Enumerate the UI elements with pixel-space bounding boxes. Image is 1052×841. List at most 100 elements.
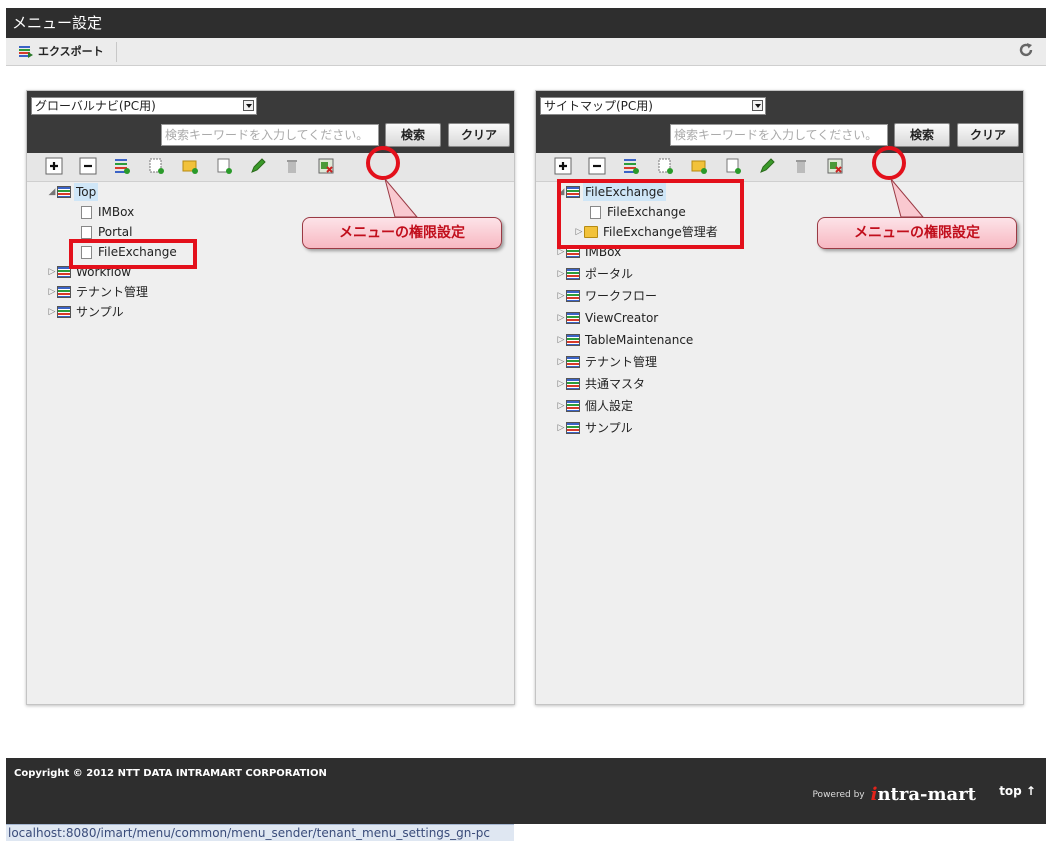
- category-icon: [57, 286, 71, 298]
- category-icon: [57, 306, 71, 318]
- right-clear-button[interactable]: クリア: [957, 123, 1019, 147]
- category-icon: [57, 186, 71, 198]
- tree-node-label: ポータル: [585, 267, 634, 281]
- tree-node-fileexchange[interactable]: FileExchange: [81, 243, 179, 261]
- left-collapse-button[interactable]: [79, 157, 97, 175]
- right-delete-button[interactable]: [792, 157, 810, 175]
- category-icon: [566, 334, 580, 346]
- left-delete-button[interactable]: [283, 157, 301, 175]
- right-search-input[interactable]: 検索キーワードを入力してください。: [670, 124, 888, 146]
- add-folder-icon: [691, 160, 707, 174]
- plus-icon: [554, 157, 572, 175]
- page-icon: [81, 205, 92, 219]
- new-item-icon: [217, 158, 232, 174]
- minus-icon: [79, 157, 97, 175]
- left-edit-button[interactable]: [249, 157, 267, 175]
- triangle-collapsed-icon: ▷: [557, 291, 565, 301]
- left-permission-button[interactable]: [317, 157, 335, 175]
- triangle-collapsed-icon: ▷: [48, 307, 56, 317]
- export-button[interactable]: エクスポート: [14, 42, 117, 62]
- export-icon: [19, 46, 33, 58]
- left-add-category-button[interactable]: [113, 157, 131, 175]
- category-icon: [566, 246, 580, 258]
- page-icon: [81, 225, 92, 239]
- left-add-folder-button[interactable]: [181, 157, 199, 175]
- tree-node-label: テナント管理: [585, 355, 658, 369]
- window-title: メニュー設定: [6, 8, 1046, 38]
- permission-icon: [827, 158, 843, 174]
- tree-node-fileexchange-root[interactable]: ◢ FileExchange: [556, 183, 666, 201]
- right-permission-button[interactable]: [826, 157, 844, 175]
- tree-node-workflow[interactable]: ▷ Workflow: [47, 263, 133, 281]
- main-toolbar: エクスポート: [6, 38, 1046, 66]
- right-menu-group-select[interactable]: サイトマップ(PC用): [540, 97, 766, 115]
- right-search-button[interactable]: 検索: [894, 123, 950, 147]
- triangle-collapsed-icon: ▷: [557, 423, 565, 433]
- tree-node-sample[interactable]: ▷ サンプル: [556, 419, 635, 437]
- new-item-icon: [726, 158, 741, 174]
- tree-node-imbox[interactable]: ▷ IMBox: [556, 243, 623, 261]
- add-category-icon: [624, 159, 639, 174]
- tree-node-label: IMBox: [98, 205, 135, 219]
- left-expand-button[interactable]: [45, 157, 63, 175]
- minus-icon: [588, 157, 606, 175]
- left-menu-group-select[interactable]: グローバルナビ(PC用): [31, 97, 257, 115]
- tree-node-workflow[interactable]: ▷ ワークフロー: [556, 287, 659, 305]
- plus-icon: [45, 157, 63, 175]
- tree-node-portal[interactable]: ▷ ポータル: [556, 265, 635, 283]
- powered-by-label: Powered by: [812, 789, 865, 800]
- tree-node-tenant[interactable]: ▷ テナント管理: [47, 283, 150, 301]
- tree-node-imbox[interactable]: IMBox: [81, 203, 136, 221]
- export-label: エクスポート: [38, 45, 104, 58]
- trash-icon: [796, 160, 806, 173]
- tree-node-label: FileExchange管理者: [603, 225, 718, 239]
- left-add-page-button[interactable]: [147, 157, 165, 175]
- triangle-collapsed-icon: ▷: [48, 267, 56, 277]
- tree-node-personal-settings[interactable]: ▷ 個人設定: [556, 397, 635, 415]
- tree-node-tenant[interactable]: ▷ テナント管理: [556, 353, 659, 371]
- tree-node-viewcreator[interactable]: ▷ ViewCreator: [556, 309, 660, 327]
- right-select-value: サイトマップ(PC用): [544, 99, 653, 113]
- add-page-icon: [149, 158, 164, 174]
- left-panel-header: グローバルナビ(PC用) 検索キーワードを入力してください。 検索 クリア: [27, 91, 514, 153]
- right-edit-button[interactable]: [758, 157, 776, 175]
- tree-node-fileexchange-admin[interactable]: ▷ FileExchange管理者: [574, 223, 720, 241]
- tree-node-tablemaintenance[interactable]: ▷ TableMaintenance: [556, 331, 695, 349]
- right-add-page-button[interactable]: [656, 157, 674, 175]
- triangle-collapsed-icon: ▷: [557, 313, 565, 323]
- left-search-button[interactable]: 検索: [385, 123, 441, 147]
- category-icon: [566, 400, 580, 412]
- tree-node-label: 共通マスタ: [585, 377, 646, 391]
- tree-node-label: FileExchange: [98, 245, 177, 259]
- category-icon: [566, 290, 580, 302]
- left-select-value: グローバルナビ(PC用): [35, 99, 156, 113]
- category-icon: [566, 312, 580, 324]
- right-add-category-button[interactable]: [622, 157, 640, 175]
- right-collapse-button[interactable]: [588, 157, 606, 175]
- left-search-input[interactable]: 検索キーワードを入力してください。: [161, 124, 379, 146]
- triangle-collapsed-icon: ▷: [557, 247, 565, 257]
- tree-node-label: 個人設定: [585, 399, 634, 413]
- back-to-top-link[interactable]: top ↑: [999, 784, 1036, 798]
- tree-node-portal[interactable]: Portal: [81, 223, 134, 241]
- right-new-item-button[interactable]: [724, 157, 742, 175]
- tree-node-fileexchange-page[interactable]: FileExchange: [590, 203, 688, 221]
- reload-icon: [1019, 43, 1033, 57]
- category-icon: [566, 186, 580, 198]
- tree-node-common-master[interactable]: ▷ 共通マスタ: [556, 375, 647, 393]
- left-new-item-button[interactable]: [215, 157, 233, 175]
- tree-node-sample[interactable]: ▷ サンプル: [47, 303, 126, 321]
- reload-button[interactable]: [1018, 42, 1036, 60]
- left-clear-button[interactable]: クリア: [448, 123, 510, 147]
- right-panel-header: サイトマップ(PC用) 検索キーワードを入力してください。 検索 クリア: [536, 91, 1023, 153]
- right-add-folder-button[interactable]: [690, 157, 708, 175]
- category-icon: [57, 266, 71, 278]
- right-tree-toolbar: [536, 153, 1023, 182]
- triangle-collapsed-icon: ▷: [48, 287, 56, 297]
- category-icon: [566, 268, 580, 280]
- triangle-expanded-icon: ◢: [557, 187, 565, 197]
- right-expand-button[interactable]: [554, 157, 572, 175]
- trash-icon: [287, 160, 297, 173]
- tree-node-top[interactable]: ◢ Top: [47, 183, 99, 201]
- category-icon: [566, 422, 580, 434]
